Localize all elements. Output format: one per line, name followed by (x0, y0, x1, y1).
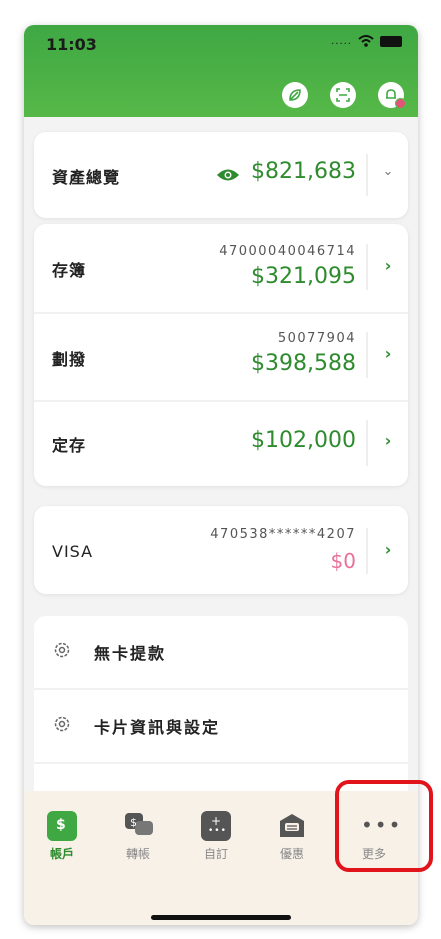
scan-icon[interactable] (330, 82, 356, 108)
tab-label: 優惠 (279, 847, 304, 861)
overview-label: 資產總覽 (52, 168, 121, 187)
account-label: 定存 (52, 436, 87, 455)
account-row-deposit[interactable]: 定存 $102,000 › (34, 402, 408, 486)
account-number: 50077904 (277, 331, 356, 346)
status-icons: ..... (331, 35, 402, 47)
battery-icon (380, 35, 402, 47)
tab-label: 自訂 (203, 847, 228, 861)
tab-transfer[interactable]: $ 轉帳 (108, 811, 168, 862)
leaf-icon[interactable] (282, 82, 308, 108)
svg-text:$: $ (130, 816, 137, 829)
tab-offers[interactable]: 優惠 (262, 811, 322, 862)
chevron-right-icon[interactable]: › (380, 431, 396, 450)
signal-icon: ..... (331, 35, 352, 47)
account-amount: $102,000 (251, 428, 356, 453)
tab-accounts[interactable]: $ 帳戶 (32, 811, 92, 862)
separator (366, 528, 368, 574)
home-indicator (151, 915, 291, 920)
account-amount: $398,588 (251, 351, 356, 376)
account-label: 存簿 (52, 261, 87, 280)
accounts-card: 存簿 47000040046714 $321,095 › 劃撥 50077904… (34, 224, 408, 486)
menu-item-card-settings[interactable]: 卡片資訊與設定 (34, 690, 408, 762)
highlight-box (335, 780, 433, 872)
status-time: 11:03 (46, 35, 97, 54)
chevron-right-icon[interactable]: › (380, 256, 396, 275)
menu-item-cardless-withdrawal[interactable]: 無卡提款 (34, 616, 408, 688)
account-number: 47000040046714 (219, 244, 356, 259)
account-icon: $ (47, 811, 77, 841)
transfer-icon: $ (123, 811, 153, 841)
separator (366, 244, 368, 290)
gear-icon (54, 642, 70, 658)
overview-amount: $821,683 (251, 159, 356, 184)
account-row-savings[interactable]: 存簿 47000040046714 $321,095 › (34, 224, 408, 312)
account-label: 劃撥 (52, 350, 87, 369)
eye-icon[interactable] (216, 167, 240, 183)
separator (366, 420, 368, 466)
account-amount: $321,095 (251, 264, 356, 289)
wifi-icon (358, 35, 374, 47)
account-row-postal[interactable]: 劃撥 50077904 $398,588 › (34, 314, 408, 400)
visa-card[interactable]: VISA 470538******4207 $0 › (34, 506, 408, 594)
separator (366, 332, 368, 378)
bell-icon[interactable] (378, 82, 406, 109)
gear-icon (54, 716, 70, 732)
header-actions (282, 82, 406, 109)
chevron-down-icon[interactable]: ⌄ (380, 164, 396, 179)
visa-amount: $0 (330, 549, 356, 573)
menu-label: 無卡提款 (94, 644, 167, 663)
app-header: 11:03 ..... (24, 25, 418, 117)
tab-label: 帳戶 (49, 847, 74, 861)
menu-label: 卡片資訊與設定 (94, 718, 221, 737)
chevron-right-icon[interactable]: › (380, 540, 396, 559)
separator (366, 154, 368, 196)
tab-label: 轉帳 (125, 847, 150, 861)
overview-card[interactable]: 資產總覽 $821,683 ⌄ (34, 132, 408, 218)
tab-custom[interactable]: + ••• 自訂 (186, 811, 246, 862)
custom-icon: + ••• (201, 811, 231, 841)
notification-badge (395, 98, 406, 109)
visa-label: VISA (52, 542, 94, 561)
visa-card-number: 470538******4207 (210, 527, 356, 542)
offers-icon (277, 811, 307, 841)
chevron-right-icon[interactable]: › (380, 344, 396, 363)
